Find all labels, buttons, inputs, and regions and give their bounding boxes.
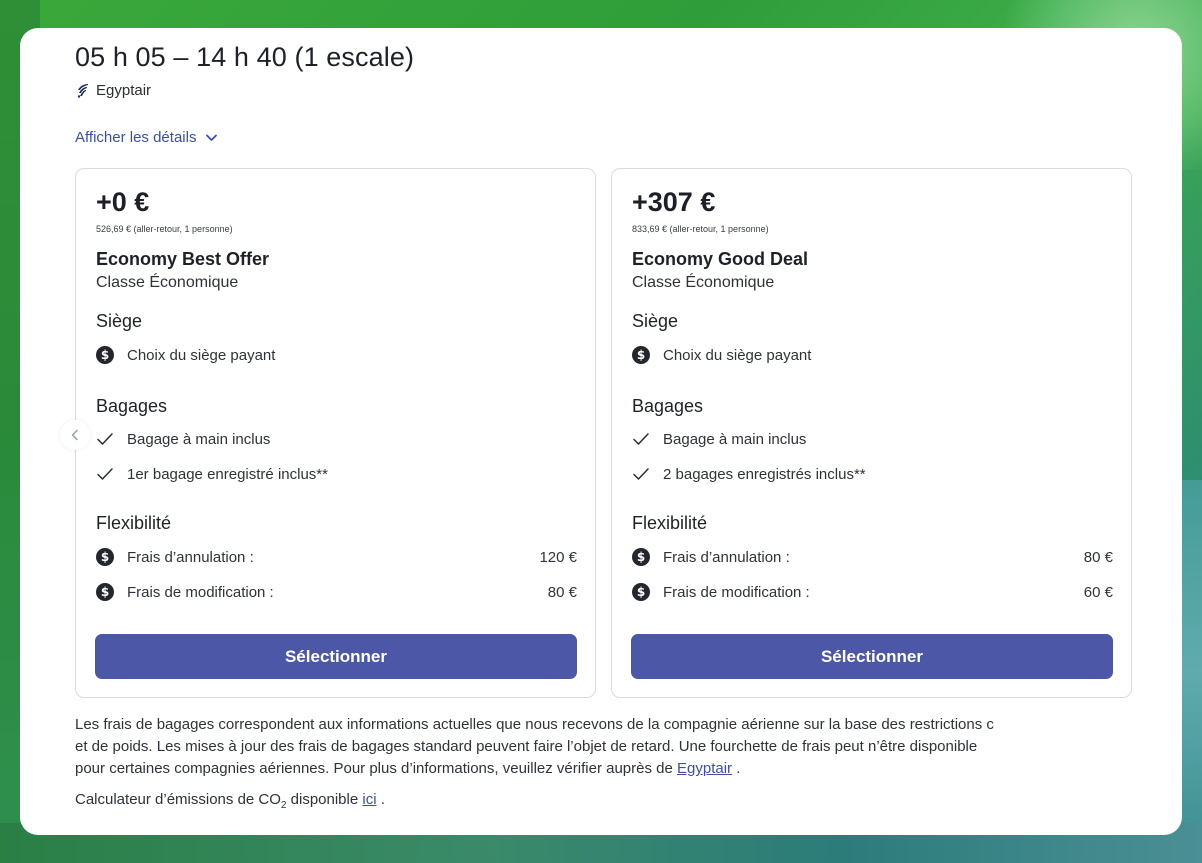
change-fee-label: Frais de modification : (663, 583, 810, 601)
flexibility-heading: Flexibilité (96, 513, 172, 533)
note-line-text: pour certaines compagnies aériennes. Pou… (75, 760, 673, 777)
flexibility-heading: Flexibilité (632, 513, 708, 533)
note-line: Les frais de bagages correspondent aux i… (75, 716, 994, 733)
baggage-item: 1er bagage enregistré inclus** (96, 465, 577, 483)
co2-text-mid: disponible (286, 791, 359, 808)
co2-calculator-link[interactable]: ici (362, 791, 376, 808)
dollar-circle-icon: $ (96, 548, 114, 566)
check-icon (96, 465, 114, 483)
note-line: et de poids. Les mises à jour des frais … (75, 738, 978, 755)
baggage-item-label: 1er bagage enregistré inclus** (127, 465, 328, 483)
check-icon (632, 430, 650, 448)
chevron-down-icon (206, 134, 218, 141)
seat-heading: Siège (632, 311, 679, 331)
dollar-circle-icon: $ (632, 583, 650, 601)
fare-name: Economy Good Deal (632, 249, 809, 269)
chevron-left-icon (71, 429, 78, 441)
baggage-item-label: 2 bagages enregistrés inclus** (663, 465, 866, 483)
fare-name: Economy Best Offer (96, 249, 270, 269)
fare-price: +0 € (96, 187, 150, 217)
check-icon (96, 430, 114, 448)
dollar-circle-icon: $ (632, 346, 650, 364)
seat-item: $ Choix du siège payant (96, 346, 577, 364)
baggage-item-label: Bagage à main inclus (663, 430, 807, 448)
show-details-label: Afficher les détails (75, 129, 197, 146)
change-fee-row: $ Frais de modification : 60 € (632, 583, 1113, 601)
note-line-end: . (736, 760, 741, 777)
baggage-item: Bagage à main inclus (96, 430, 577, 448)
flight-fare-panel: 05 h 05 – 14 h 40 (1 escale) Egyptair Af… (20, 28, 1182, 835)
cancellation-fee-row: $ Frais d’annulation : 120 € (96, 548, 577, 566)
change-fee-value: 60 € (1083, 583, 1113, 601)
seat-item-label: Choix du siège payant (127, 346, 276, 364)
fare-total-price: 833,69 € (aller-retour, 1 personne) (632, 224, 769, 234)
seat-item: $ Choix du siège payant (632, 346, 1113, 364)
change-fee-value: 80 € (547, 583, 577, 601)
co2-calculator-note: Calculateur d’émissions de CO2 disponibl… (75, 791, 385, 811)
cancellation-fee-label: Frais d’annulation : (663, 548, 790, 566)
seat-heading: Siège (96, 311, 143, 331)
cancellation-fee-value: 120 € (539, 548, 577, 566)
check-icon (632, 465, 650, 483)
fare-total-price: 526,69 € (aller-retour, 1 personne) (96, 224, 233, 234)
cancellation-fee-row: $ Frais d’annulation : 80 € (632, 548, 1113, 566)
baggage-heading: Bagages (632, 396, 704, 416)
change-fee-label: Frais de modification : (127, 583, 274, 601)
baggage-item: 2 bagages enregistrés inclus** (632, 465, 1113, 483)
cancellation-fee-value: 80 € (1083, 548, 1113, 566)
dollar-circle-icon: $ (96, 346, 114, 364)
fare-price: +307 € (632, 187, 716, 217)
baggage-item-label: Bagage à main inclus (127, 430, 271, 448)
egyptair-logo-icon (76, 83, 89, 98)
cancellation-fee-label: Frais d’annulation : (127, 548, 254, 566)
co2-text: Calculateur d’émissions de CO (75, 791, 281, 808)
fare-card-best-offer: +0 € 526,69 € (aller-retour, 1 personne)… (75, 168, 596, 698)
dollar-circle-icon: $ (96, 583, 114, 601)
baggage-fees-note: Les frais de bagages correspondent aux i… (75, 714, 1155, 780)
fare-card-good-deal: +307 € 833,69 € (aller-retour, 1 personn… (611, 168, 1132, 698)
select-fare-button[interactable]: Sélectionner (95, 634, 577, 679)
airline-link[interactable]: Egyptair (677, 760, 732, 777)
airline-name: Egyptair (96, 82, 152, 99)
fare-class: Classe Économique (632, 274, 775, 291)
baggage-heading: Bagages (96, 396, 168, 416)
carousel-prev-button[interactable] (60, 420, 90, 450)
change-fee-row: $ Frais de modification : 80 € (96, 583, 577, 601)
co2-text-end: . (380, 791, 385, 808)
show-details-link[interactable]: Afficher les détails (75, 129, 218, 146)
baggage-item: Bagage à main inclus (632, 430, 1113, 448)
note-line: pour certaines compagnies aériennes. Pou… (75, 758, 1155, 780)
fare-class: Classe Économique (96, 274, 239, 291)
select-fare-button[interactable]: Sélectionner (631, 634, 1113, 679)
dollar-circle-icon: $ (632, 548, 650, 566)
flight-title: 05 h 05 – 14 h 40 (1 escale) (75, 42, 415, 72)
airline-row: Egyptair (76, 82, 151, 99)
seat-item-label: Choix du siège payant (663, 346, 812, 364)
